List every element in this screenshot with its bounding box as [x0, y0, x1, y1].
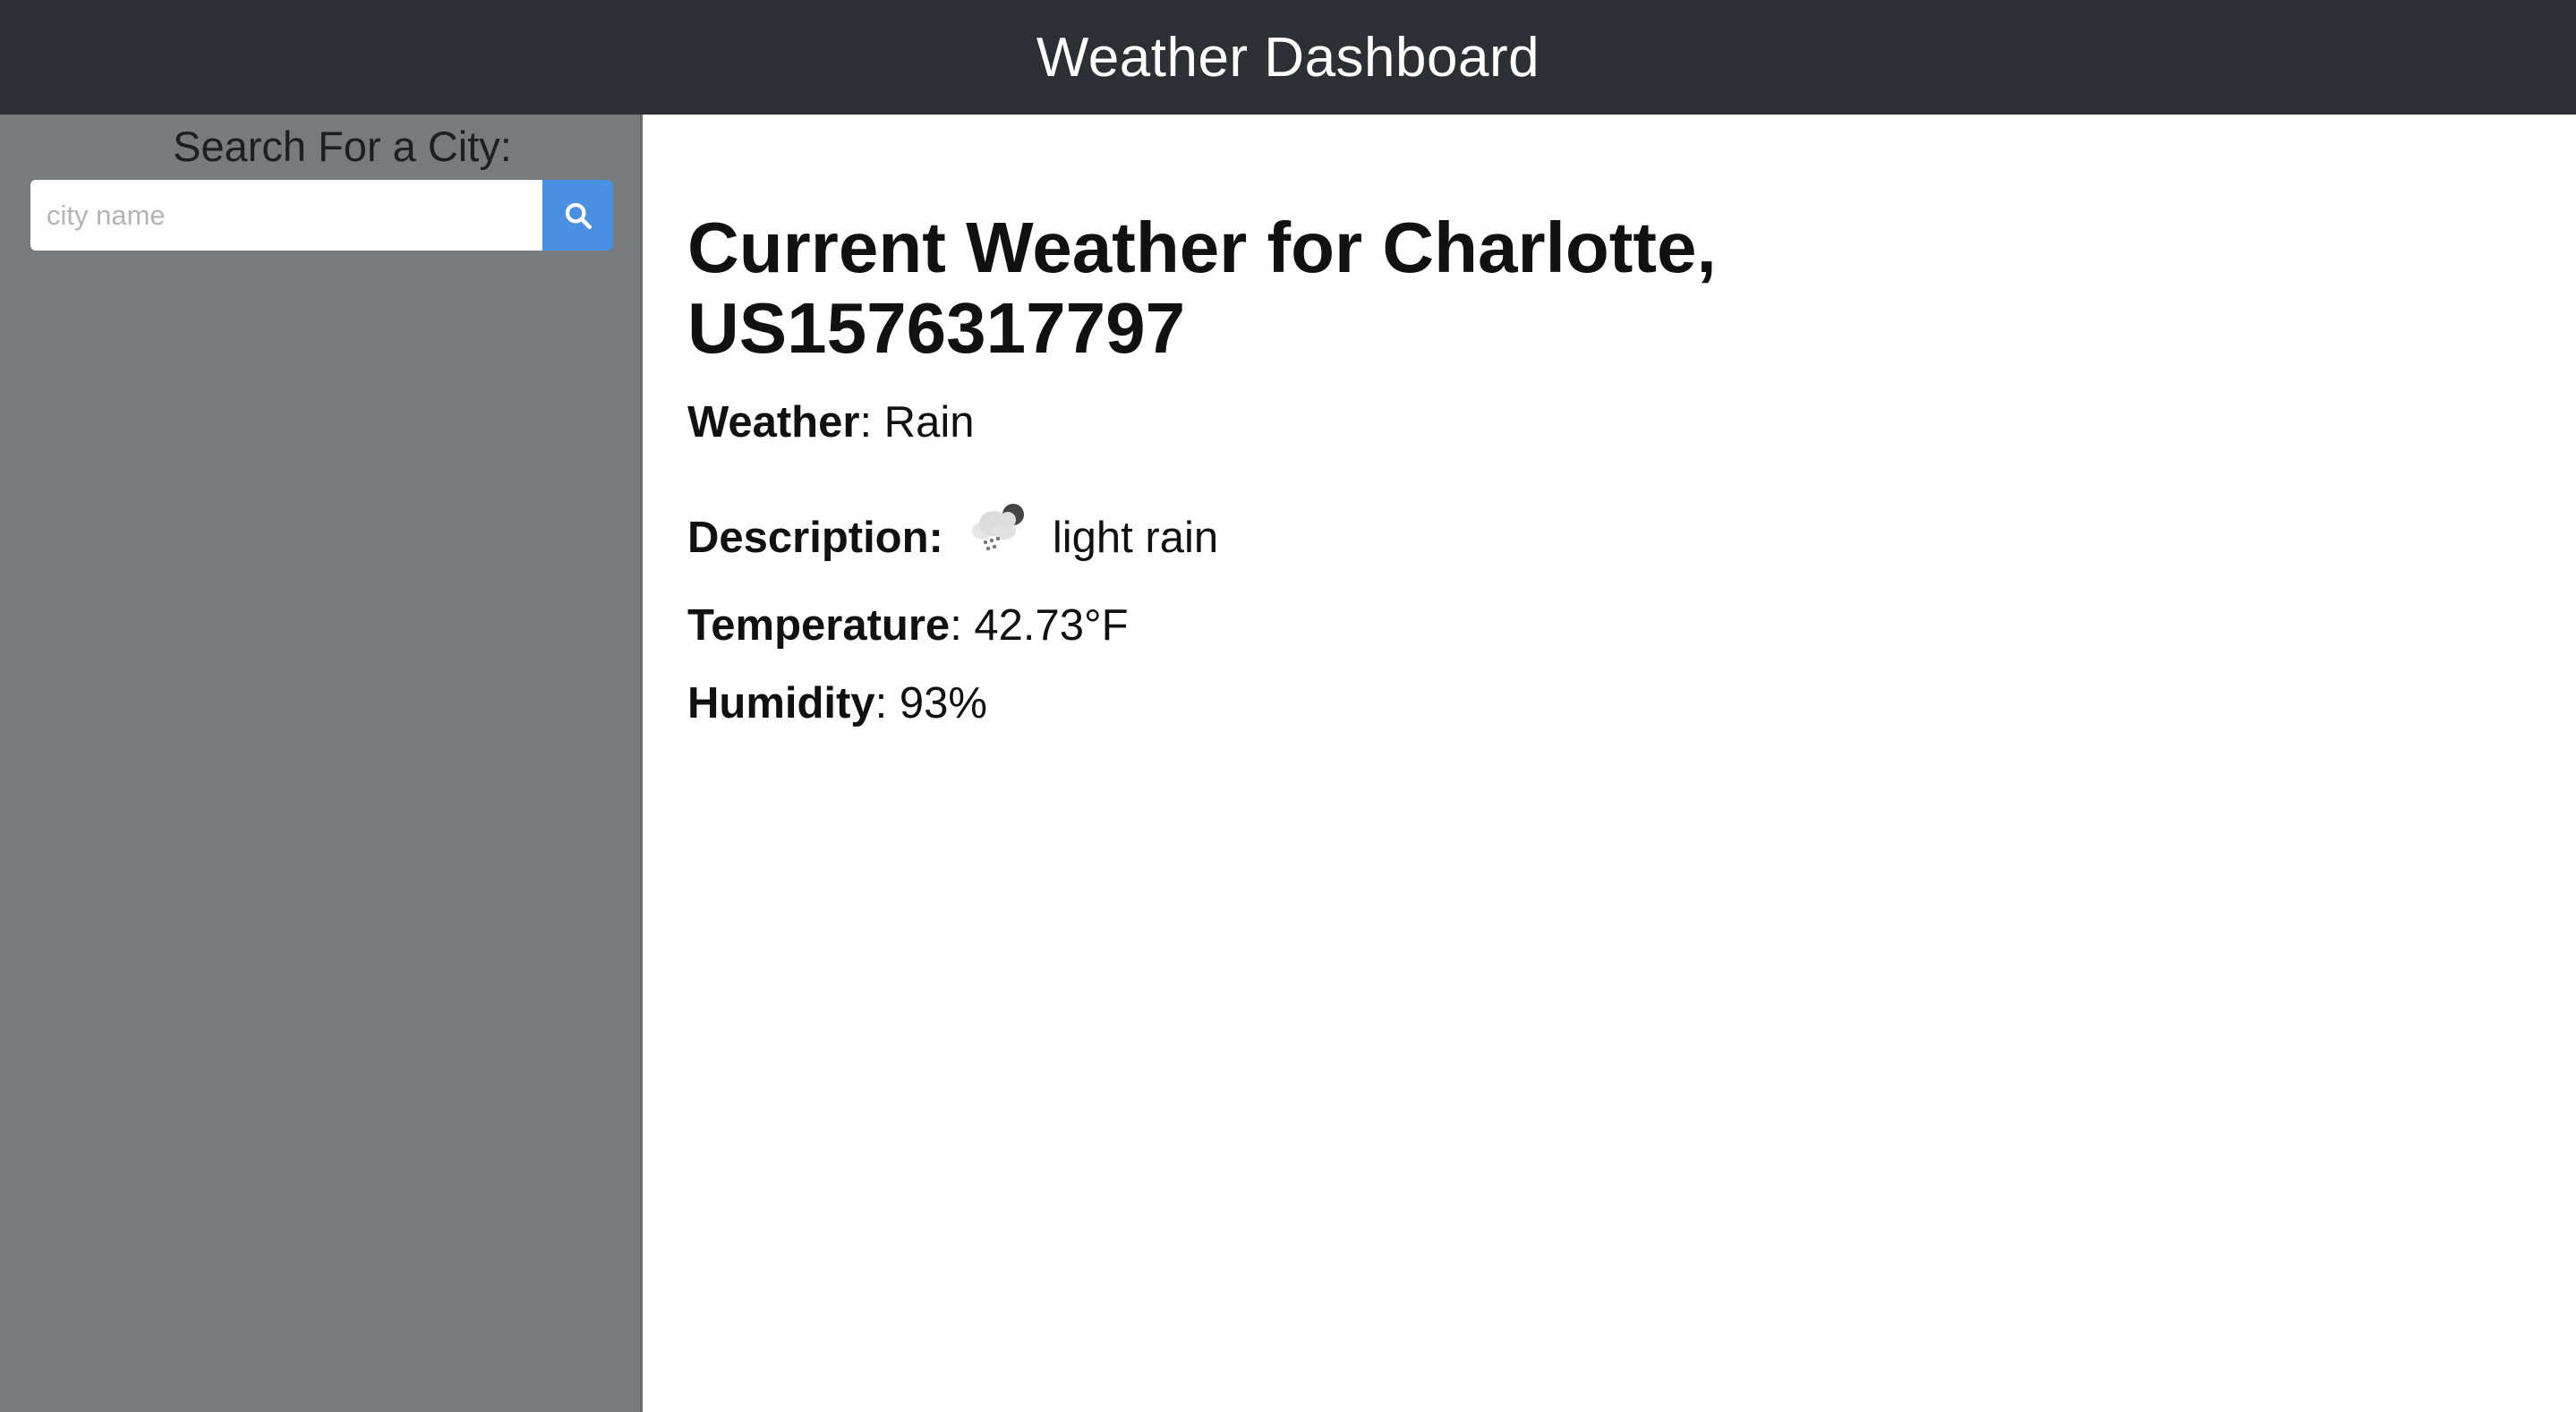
weather-panel: Current Weather for Charlotte, US1576317… [687, 115, 2549, 1412]
current-weather-title: Current Weather for Charlotte, US1576317… [687, 208, 1717, 368]
search-form [30, 180, 613, 251]
weather-label: Weather [687, 398, 860, 447]
sidebar: Search For a City: [0, 115, 643, 1412]
weather-value: Rain [872, 398, 975, 447]
humidity-separator: : [874, 679, 888, 727]
app-title: Weather Dashboard [1036, 26, 1540, 89]
search-button[interactable] [542, 180, 613, 251]
humidity-row: Humidity: 93% [687, 678, 987, 728]
description-label: Description: [687, 514, 943, 562]
humidity-value: 93% [887, 679, 987, 727]
temperature-value: 42.73°F [961, 601, 1129, 650]
city-search-input[interactable] [30, 180, 542, 251]
temperature-separator: : [950, 601, 962, 650]
app-header: Weather Dashboard [0, 0, 2576, 115]
temperature-label: Temperature [687, 601, 951, 650]
weather-row: Weather: Rain [687, 397, 974, 447]
temperature-row: Temperature: 42.73°F [687, 600, 1129, 651]
description-value: light rain [1052, 514, 1219, 562]
weather-separator: : [859, 398, 873, 447]
light-rain-icon [963, 495, 1035, 566]
search-icon [565, 202, 592, 229]
humidity-label: Humidity [687, 679, 875, 727]
search-heading: Search For a City: [173, 123, 512, 170]
description-row: Description: light rain [687, 491, 1218, 563]
